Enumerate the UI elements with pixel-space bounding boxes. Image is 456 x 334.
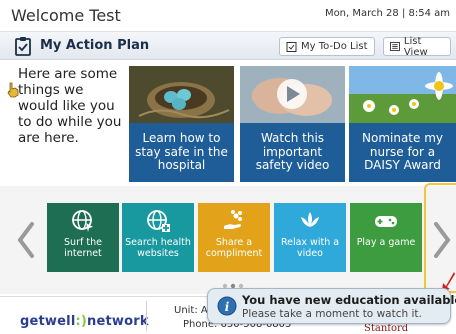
video-caption: Learn how to stay safe in the hospital	[135, 131, 228, 173]
globe-plus-icon	[147, 210, 170, 232]
svg-text:i: i	[225, 300, 230, 314]
education-notification[interactable]: i You have new education available! Plea…	[207, 288, 456, 324]
todo-list-button[interactable]: My To-Do List	[279, 37, 375, 56]
getwell-network-logo: getwell:)network	[20, 314, 149, 329]
tile-surf-internet[interactable]: Surf the internet	[47, 203, 119, 272]
video-card-stay-safe[interactable]: Learn how to stay safe in the hospital	[129, 66, 234, 182]
daisy-flowers-thumbnail	[349, 66, 456, 123]
gamepad-icon	[375, 216, 397, 227]
tile-share-compliment[interactable]: Share a compliment	[198, 203, 270, 272]
globe-cursor-icon	[72, 210, 93, 232]
flower-hand-icon	[224, 210, 242, 229]
list-icon	[390, 41, 400, 52]
notification-subtitle: Please take a moment to watch it.	[242, 308, 422, 320]
hospital-logo: Stanford	[364, 323, 409, 334]
chevron-right-icon[interactable]	[430, 220, 454, 260]
todo-list-label: My To-Do List	[301, 41, 368, 52]
unit-text: Unit: A	[174, 305, 208, 316]
welcome-text: Welcome Test	[11, 6, 121, 25]
date-time: Mon, March 28 | 8:54 am	[324, 8, 450, 19]
notification-title: You have new education available!	[242, 293, 456, 307]
intro-text: Here are some things we would like you t…	[18, 66, 122, 146]
tile-label: Share a compliment	[205, 237, 263, 259]
action-plan-title: My Action Plan	[40, 38, 150, 53]
clipboard-check-icon	[286, 42, 297, 52]
tile-label: Surf the internet	[64, 237, 102, 259]
tile-play-game[interactable]: Play a game	[350, 203, 422, 272]
action-plan-bar: My Action Plan My To-Do List List View	[0, 31, 456, 60]
chevron-left-icon[interactable]	[14, 220, 38, 260]
tile-label: Play a game	[356, 237, 416, 248]
tile-label: Search health websites	[125, 237, 191, 259]
lotus-icon	[301, 212, 319, 227]
tile-label: Relax with a video	[280, 237, 340, 259]
video-caption: Watch this important safety video	[255, 131, 330, 173]
tile-relax-video[interactable]: Relax with a video	[274, 203, 346, 272]
list-view-button[interactable]: List View	[383, 35, 451, 58]
bird-nest-thumbnail	[129, 66, 234, 123]
video-caption: Nominate my nurse for a DAISY Award	[362, 131, 443, 173]
hand-washing-thumbnail	[240, 66, 345, 123]
info-icon: i	[217, 296, 237, 316]
list-view-label: List View	[403, 35, 428, 58]
clipboard-check-icon	[15, 37, 31, 56]
top-bar: Welcome Test Mon, March 28 | 8:54 am	[0, 0, 456, 30]
video-card-safety[interactable]: Watch this important safety video	[240, 66, 345, 182]
video-card-daisy-award[interactable]: Nominate my nurse for a DAISY Award	[349, 66, 456, 182]
footer-divider	[146, 301, 147, 331]
tile-search-health[interactable]: Search health websites	[122, 203, 194, 272]
